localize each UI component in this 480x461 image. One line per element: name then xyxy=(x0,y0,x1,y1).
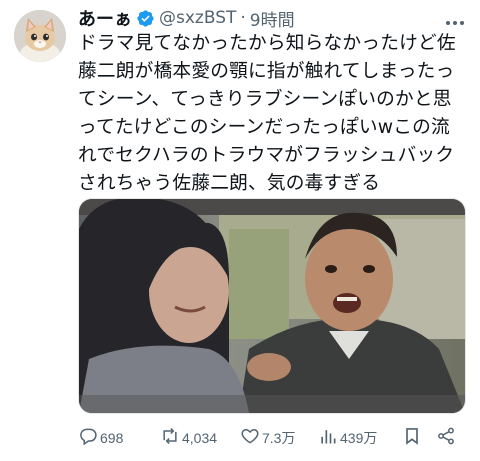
separator-dot: · xyxy=(240,8,246,28)
heart-icon xyxy=(240,426,260,450)
reply-count: 698 xyxy=(100,430,124,446)
drama-still-image xyxy=(79,199,465,413)
verified-badge-icon xyxy=(136,9,155,28)
view-count: 439万 xyxy=(340,430,378,446)
tweet-media-image[interactable] xyxy=(78,198,466,414)
handle[interactable]: @sxzBST xyxy=(159,8,236,28)
avatar[interactable] xyxy=(14,10,66,62)
reply-icon xyxy=(78,426,98,450)
views-chart-icon xyxy=(318,426,338,450)
more-icon[interactable] xyxy=(444,12,466,25)
tweet-text-line: 藤二朗が橋本愛の顎に指が触れてしまったっ xyxy=(78,61,455,82)
tweet-text-line: れでセクハラのトラウマがフラッシュバック xyxy=(78,145,455,166)
retweet-icon xyxy=(160,426,180,450)
share-icon xyxy=(436,426,456,450)
bookmark-button[interactable] xyxy=(402,426,422,450)
display-name[interactable]: あーぁ xyxy=(78,5,132,31)
tweet[interactable]: あーぁ @sxzBST · 9時間 ドラマ見てなかったから知らなかったけど佐 藤… xyxy=(0,0,480,461)
views-button[interactable]: 439万 xyxy=(318,426,377,450)
like-count: 7.3万 xyxy=(262,430,296,446)
tweet-text-line: ってたけどこのシーンだったっぽいwこの流 xyxy=(78,117,450,138)
like-button[interactable]: 7.3万 xyxy=(240,426,295,450)
reply-button[interactable]: 698 xyxy=(78,426,123,450)
tweet-text: ドラマ見てなかったから知らなかったけど佐 藤二朗が橋本愛の顎に指が触れてしまった… xyxy=(78,30,474,198)
timestamp[interactable]: 9時間 xyxy=(250,6,295,31)
retweet-button[interactable]: 4,034 xyxy=(160,426,217,450)
tweet-text-line: てシーン、てっきりラブシーンぽいのかと思 xyxy=(78,89,452,110)
retweet-count: 4,034 xyxy=(182,430,218,446)
bookmark-icon xyxy=(402,426,422,450)
tweet-text-line: されちゃう佐藤二朗、気の毒すぎる xyxy=(78,173,381,194)
share-button[interactable] xyxy=(436,426,456,450)
tweet-header: あーぁ @sxzBST · 9時間 xyxy=(78,5,295,31)
tweet-actions: 698 4,034 7.3万 439万 xyxy=(78,426,470,450)
tweet-text-line: ドラマ見てなかったから知らなかったけど佐 xyxy=(78,33,456,54)
cat-avatar-image xyxy=(14,10,66,62)
